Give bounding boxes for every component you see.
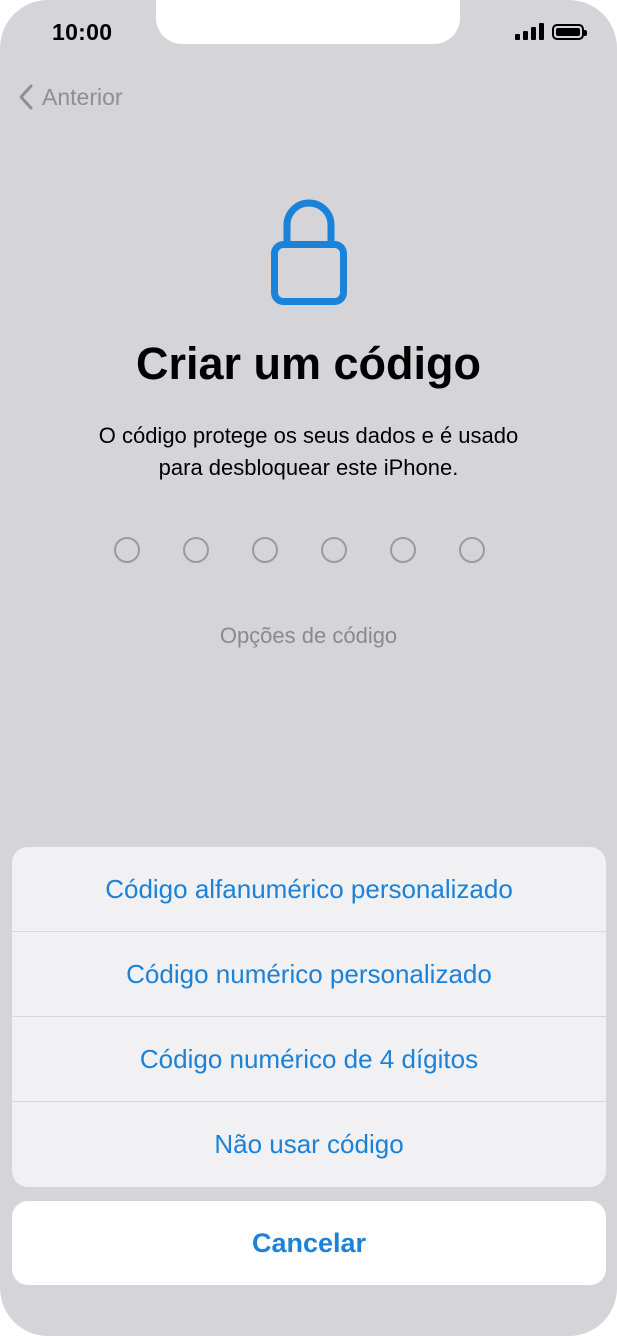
cellular-signal-icon [515, 22, 544, 40]
description-line-1: O código protege os seus dados e é usado [98, 423, 519, 448]
chevron-left-icon [19, 84, 33, 110]
passcode-dot [252, 537, 278, 563]
option-custom-alphanumeric[interactable]: Código alfanumérico personalizado [12, 847, 606, 932]
phone-screen: 10:00 Anterior Criar um código O código … [0, 0, 617, 1336]
page-title: Criar um código [135, 338, 482, 389]
passcode-dot [321, 537, 347, 563]
passcode-dot [183, 537, 209, 563]
back-button[interactable]: Anterior [18, 83, 123, 111]
passcode-dots [114, 537, 485, 563]
passcode-dot [459, 537, 485, 563]
notch [156, 0, 460, 44]
option-custom-numeric[interactable]: Código numérico personalizado [12, 932, 606, 1017]
passcode-options-link[interactable]: Opções de código [0, 623, 617, 649]
status-icons [515, 22, 587, 40]
passcode-dot [114, 537, 140, 563]
option-no-passcode[interactable]: Não usar código [12, 1102, 606, 1187]
description: O código protege os seus dados e é usado… [40, 420, 577, 484]
option-4-digit-numeric[interactable]: Código numérico de 4 dígitos [12, 1017, 606, 1102]
lock-icon [271, 199, 347, 305]
status-time: 10:00 [52, 19, 113, 45]
battery-icon [552, 24, 587, 40]
passcode-dot [390, 537, 416, 563]
cancel-button[interactable]: Cancelar [12, 1201, 606, 1285]
description-line-2: para desbloquear este iPhone. [158, 455, 459, 480]
action-sheet: Código alfanumérico personalizado Código… [12, 847, 606, 1187]
back-label: Anterior [42, 83, 123, 110]
